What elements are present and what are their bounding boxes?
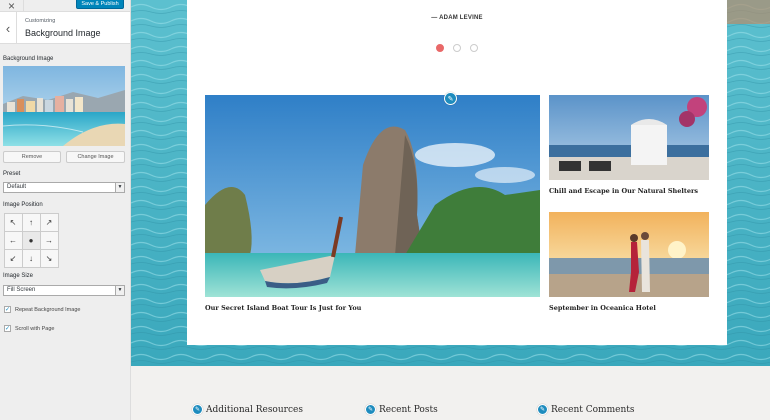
- slider-dot-2[interactable]: [453, 44, 461, 52]
- repeat-background-checkbox[interactable]: ✓: [4, 306, 11, 313]
- scroll-with-page-label: Scroll with Page: [15, 325, 55, 332]
- testimonial-author: — ADAM LEVINE: [431, 15, 483, 21]
- slider-dot-1[interactable]: [436, 44, 444, 52]
- post-image-natural-shelters[interactable]: [549, 95, 709, 180]
- image-position-label: Image Position: [3, 202, 43, 208]
- preset-select[interactable]: Default ▼: [3, 182, 125, 193]
- background-image-thumbnail[interactable]: [3, 66, 125, 146]
- back-chevron-icon[interactable]: ‹: [0, 12, 17, 44]
- chevron-down-icon: ▼: [115, 286, 124, 295]
- island-boat-image: [205, 95, 540, 297]
- edit-pencil-icon[interactable]: ✎: [365, 404, 376, 415]
- position-top-right-icon[interactable]: ↗: [39, 212, 59, 232]
- widget-title: Recent Posts: [379, 404, 438, 415]
- image-size-select[interactable]: Fill Screen ▼: [3, 285, 125, 296]
- content-card: — ADAM LEVINE ✎ Our Secret Island Boat T…: [187, 0, 727, 345]
- scroll-with-page-checkbox[interactable]: ✓: [4, 325, 11, 332]
- widget-recent-comments: ✎ Recent Comments: [537, 404, 634, 415]
- widget-additional-resources: ✎ Additional Resources: [192, 404, 303, 415]
- repeat-background-checkbox-row[interactable]: ✓ Repeat Background Image: [4, 306, 80, 313]
- breadcrumb: Customizing: [25, 18, 56, 24]
- post-title-oceanica-hotel[interactable]: September in Oceanica Hotel: [549, 304, 656, 312]
- chevron-down-icon: ▼: [115, 183, 124, 192]
- slider-dots: [436, 44, 478, 52]
- position-right-icon[interactable]: →: [39, 230, 59, 250]
- edit-pencil-icon[interactable]: ✎: [537, 404, 548, 415]
- customizer-sidebar: × Save & Publish ‹ Customizing Backgroun…: [0, 0, 131, 420]
- image-size-label: Image Size: [3, 273, 34, 279]
- post-title-natural-shelters[interactable]: Chill and Escape in Our Natural Shelters: [549, 187, 698, 195]
- position-bottom-left-icon[interactable]: ↙: [3, 248, 23, 268]
- close-icon[interactable]: ×: [0, 0, 24, 13]
- repeat-background-label: Repeat Background Image: [15, 306, 81, 313]
- widget-title: Recent Comments: [551, 404, 635, 415]
- post-image-boat-tour[interactable]: [205, 95, 540, 297]
- position-top-icon[interactable]: ↑: [21, 212, 41, 232]
- remove-image-button[interactable]: Remove: [3, 151, 61, 163]
- beach-town-image: [3, 66, 125, 146]
- position-center-icon[interactable]: ●: [21, 230, 41, 250]
- preset-label: Preset: [3, 171, 21, 177]
- customizer-header: × Save & Publish: [0, 0, 130, 13]
- position-bottom-icon[interactable]: ↓: [21, 248, 41, 268]
- image-size-value: Fill Screen: [7, 287, 36, 293]
- save-publish-button[interactable]: Save & Publish: [76, 0, 124, 9]
- edit-pencil-icon[interactable]: ✎: [444, 92, 457, 105]
- section-header: ‹ Customizing Background Image: [0, 12, 130, 44]
- position-top-left-icon[interactable]: ↖: [3, 212, 23, 232]
- scroll-with-page-checkbox-row[interactable]: ✓ Scroll with Page: [4, 325, 54, 332]
- sunset-couple-image: [549, 212, 709, 297]
- background-image-label: Background Image: [3, 56, 54, 62]
- widget-recent-posts: ✎ Recent Posts: [365, 404, 438, 415]
- position-bottom-right-icon[interactable]: ↘: [39, 248, 59, 268]
- widget-title: Additional Resources: [206, 404, 303, 415]
- edit-pencil-icon[interactable]: ✎: [192, 404, 203, 415]
- position-left-icon[interactable]: ←: [3, 230, 23, 250]
- terrace-image: [549, 95, 709, 180]
- section-title: Background Image: [25, 28, 101, 38]
- preset-value: Default: [7, 184, 27, 190]
- image-position-grid: ↖ ↑ ↗ ← ● → ↙ ↓ ↘: [3, 212, 59, 268]
- site-preview: — ADAM LEVINE ✎ Our Secret Island Boat T…: [131, 0, 770, 420]
- slider-dot-3[interactable]: [470, 44, 478, 52]
- post-image-oceanica-hotel[interactable]: [549, 212, 709, 297]
- post-title-boat-tour[interactable]: Our Secret Island Boat Tour Is Just for …: [205, 304, 361, 312]
- change-image-button[interactable]: Change Image: [66, 151, 125, 163]
